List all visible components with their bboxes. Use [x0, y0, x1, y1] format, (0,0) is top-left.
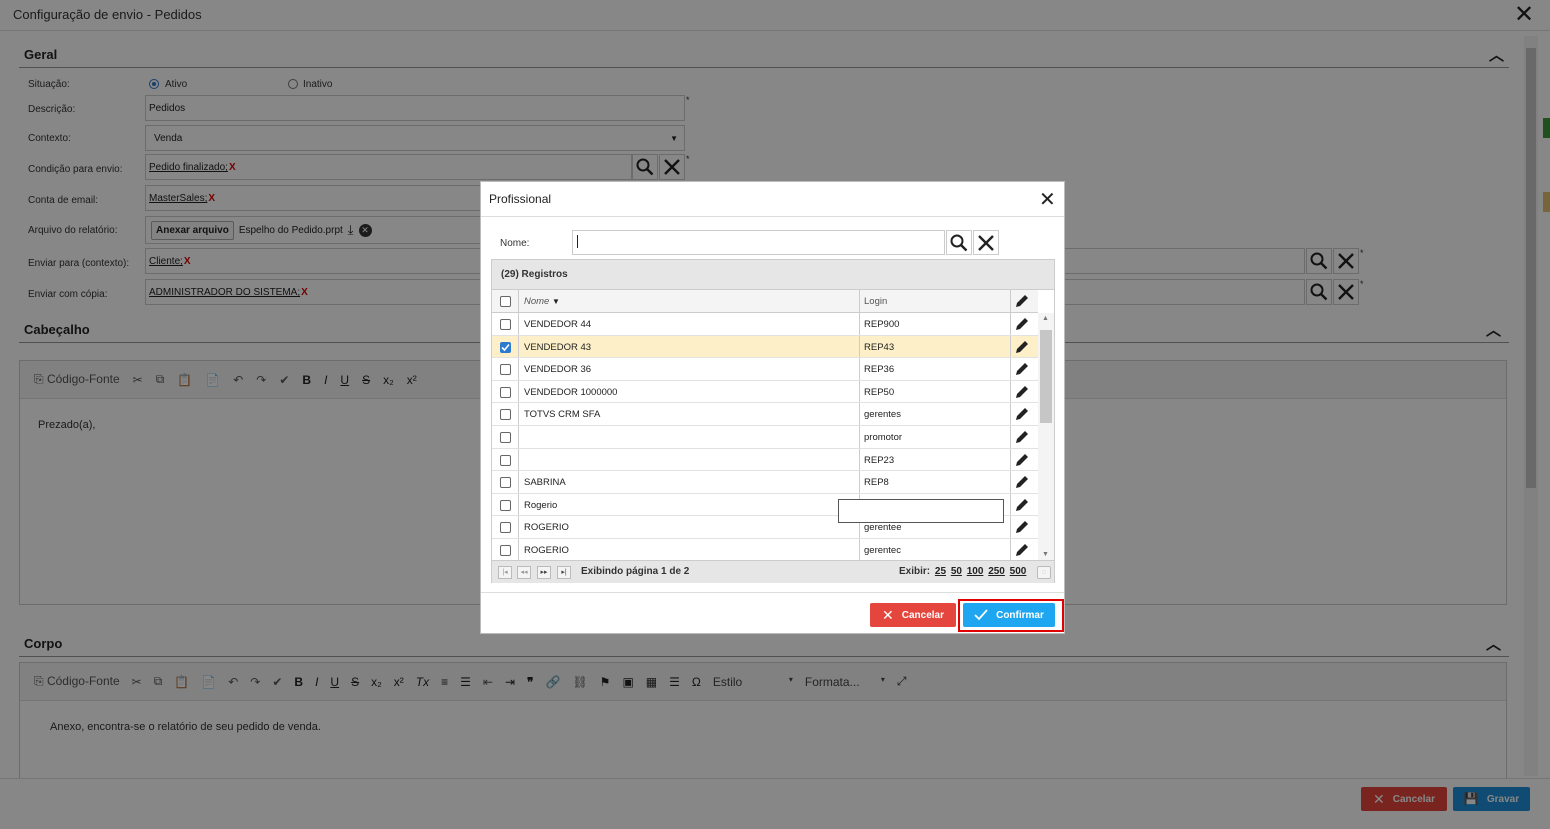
page-info: Exibindo página 1 de 2 — [581, 566, 690, 577]
divider — [481, 592, 1064, 593]
table-row[interactable]: promotor — [492, 426, 1038, 449]
scroll-down-icon[interactable]: ▼ — [1042, 551, 1049, 558]
cell-nome: ROGERIO — [524, 522, 569, 534]
next-page-icon[interactable]: ▸▸ — [537, 566, 551, 579]
modal-title: Profissional — [489, 192, 552, 206]
page-size-100[interactable]: 100 — [967, 566, 984, 577]
table-row[interactable]: VENDEDOR 36 REP36 — [492, 358, 1038, 381]
clear-icon[interactable] — [973, 230, 999, 255]
edit-icon[interactable] — [1014, 406, 1030, 425]
row-checkbox[interactable] — [500, 409, 511, 421]
table-row[interactable]: ROGERIO gerentec — [492, 539, 1038, 562]
row-checkbox[interactable] — [500, 386, 511, 398]
row-checkbox[interactable] — [500, 341, 511, 353]
grid-scrollbar[interactable]: ▲ ▼ — [1038, 313, 1054, 560]
col-login-header[interactable]: Login — [864, 290, 887, 312]
pager: |◂ ◂◂ ▸▸ ▸| Exibindo página 1 de 2 Exibi… — [492, 560, 1054, 583]
scroll-up-icon[interactable]: ▲ — [1042, 315, 1049, 322]
cell-login: promotor — [864, 432, 903, 443]
edit-icon[interactable] — [1014, 497, 1030, 516]
nome-input[interactable] — [572, 230, 945, 255]
edit-icon[interactable] — [1014, 519, 1030, 538]
tooltip-popup — [838, 499, 1004, 523]
cell-login: REP43 — [864, 341, 895, 353]
cell-nome: VENDEDOR 1000000 — [524, 386, 618, 398]
table-row[interactable]: VENDEDOR 44 REP900 — [492, 313, 1038, 336]
cell-login: gerentec — [864, 545, 901, 556]
edit-icon[interactable] — [1014, 542, 1030, 561]
nome-label: Nome: — [500, 238, 530, 249]
edit-icon[interactable] — [1014, 452, 1030, 471]
cell-login: REP8 — [864, 477, 889, 489]
table-row[interactable]: VENDEDOR 43 REP43 — [492, 335, 1038, 359]
edit-icon[interactable] — [1014, 474, 1030, 493]
prev-page-icon[interactable]: ◂◂ — [517, 566, 531, 579]
edit-icon[interactable] — [1014, 384, 1030, 403]
row-checkbox[interactable] — [500, 477, 511, 489]
cell-nome: TOTVS CRM SFA — [524, 409, 601, 421]
row-checkbox[interactable] — [500, 364, 511, 376]
cell-nome: VENDEDOR 36 — [524, 364, 592, 376]
edit-icon[interactable] — [1014, 316, 1030, 335]
modal-cancel-button[interactable]: ✕ Cancelar — [870, 603, 956, 627]
cell-nome: VENDEDOR 43 — [524, 341, 592, 353]
row-checkbox[interactable] — [500, 499, 511, 511]
search-icon[interactable] — [946, 230, 972, 255]
page-size-50[interactable]: 50 — [951, 566, 962, 577]
cell-login: REP23 — [864, 454, 895, 466]
edit-icon[interactable] — [1014, 293, 1030, 312]
close-icon[interactable]: ✕ — [1039, 188, 1056, 212]
scrollbar-thumb[interactable] — [1040, 330, 1052, 423]
edit-icon[interactable] — [1014, 339, 1030, 358]
sort-desc-icon: ▼ — [551, 297, 560, 306]
confirm-button-label: Confirmar — [996, 609, 1044, 621]
exibir-label: Exibir: — [899, 566, 931, 577]
select-all-checkbox[interactable] — [500, 296, 511, 307]
results-grid: (29) Registros Nome ▼ Login VENDEDOR 44 R… — [491, 259, 1055, 583]
grid-header: Nome ▼ Login — [492, 290, 1038, 313]
cell-nome: VENDEDOR 44 — [524, 319, 592, 330]
text-cursor — [577, 235, 578, 248]
cell-login: gerentes — [864, 409, 901, 421]
cell-login: REP50 — [864, 386, 895, 398]
table-row[interactable]: TOTVS CRM SFA gerentes — [492, 403, 1038, 426]
page-size-500[interactable]: 500 — [1010, 566, 1027, 577]
edit-icon[interactable] — [1014, 361, 1030, 380]
last-page-icon[interactable]: ▸| — [557, 566, 571, 579]
page-size-250[interactable]: 250 — [988, 566, 1005, 577]
table-row[interactable]: REP23 — [492, 448, 1038, 472]
row-checkbox[interactable] — [500, 454, 511, 466]
lightbulb-icon[interactable]: ◌ — [1037, 566, 1051, 579]
table-row[interactable]: SABRINA REP8 — [492, 471, 1038, 494]
col-nome-label: Nome — [524, 296, 550, 307]
profissional-modal: Profissional ✕ Nome: (29) Registros Nome… — [480, 181, 1065, 634]
check-icon — [974, 609, 988, 621]
row-checkbox[interactable] — [500, 319, 511, 330]
table-row[interactable]: VENDEDOR 1000000 REP50 — [492, 380, 1038, 404]
records-count: (29) Registros — [492, 260, 1054, 290]
cell-nome: ROGERIO — [524, 545, 569, 556]
page-size-selector: Exibir: 25 50 100 250 500 — [899, 566, 1026, 577]
row-checkbox[interactable] — [500, 432, 511, 443]
divider — [481, 216, 1064, 217]
page-size-25[interactable]: 25 — [935, 566, 946, 577]
cell-nome: Rogerio — [524, 499, 558, 511]
first-page-icon[interactable]: |◂ — [498, 566, 512, 579]
row-checkbox[interactable] — [500, 522, 511, 534]
cell-nome: SABRINA — [524, 477, 566, 489]
cell-login: REP900 — [864, 319, 900, 330]
edit-icon[interactable] — [1014, 429, 1030, 448]
modal-cancel-label: Cancelar — [901, 609, 944, 621]
row-checkbox[interactable] — [500, 545, 511, 556]
close-icon: ✕ — [882, 606, 894, 623]
cell-login: REP36 — [864, 364, 895, 376]
col-nome-header[interactable]: Nome ▼ — [524, 290, 560, 312]
confirm-button[interactable]: Confirmar — [963, 603, 1055, 627]
